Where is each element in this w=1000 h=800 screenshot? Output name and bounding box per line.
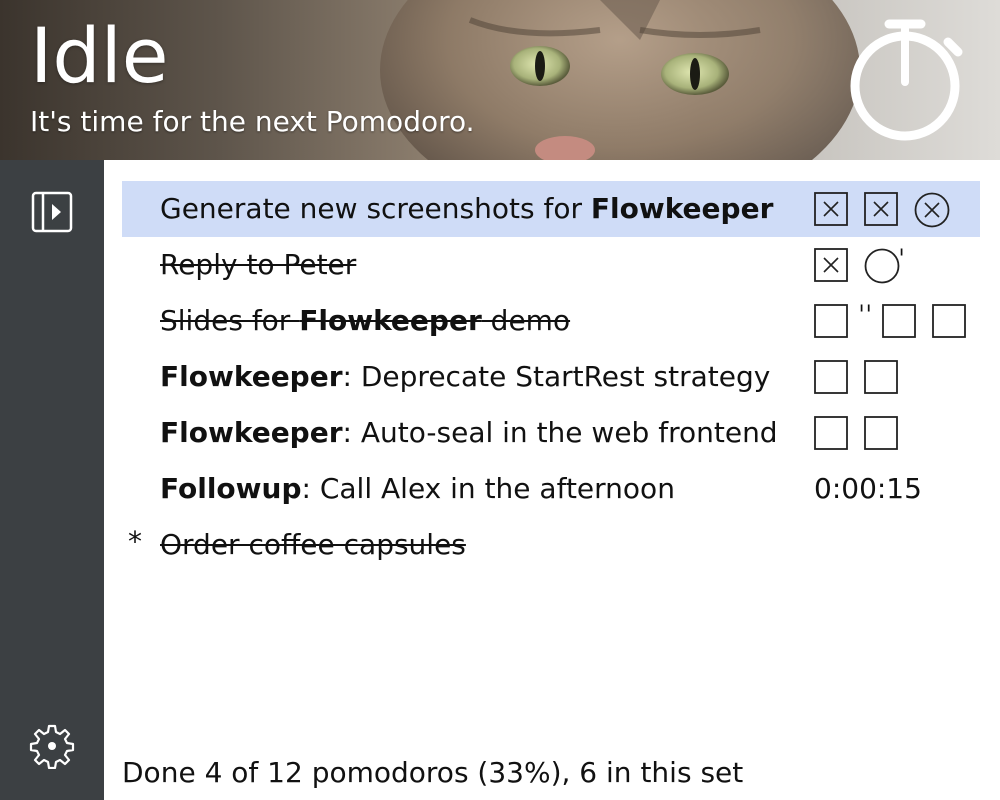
gear-icon [29, 724, 75, 769]
page-title: Idle [30, 11, 169, 100]
pomodoro-icon [864, 360, 898, 394]
task-list: Generate new screenshots for Flowkeeper … [104, 160, 1000, 800]
task-title-bold: Flowkeeper [160, 416, 343, 449]
task-title-part: Generate new screenshots for [160, 192, 591, 225]
task-title-part: Reply to Peter [160, 248, 357, 281]
task-title: Followup: Call Alex in the afternoon [160, 461, 675, 517]
pomodoro-indicators [814, 181, 964, 237]
task-title: Order coffee capsules [160, 517, 466, 573]
settings-button[interactable] [28, 722, 76, 770]
pomodoro-icon [814, 360, 848, 394]
task-title-bold: Flowkeeper [299, 304, 482, 337]
pomodoro-icon [882, 304, 917, 338]
task-title: Slides for Flowkeeper demo [160, 293, 570, 349]
task-title-bold: Followup [160, 472, 302, 505]
task-row[interactable]: Slides for Flowkeeper demo ˈˈ [122, 293, 980, 349]
unplanned-pomodoro-icon [864, 248, 900, 284]
stopwatch-icon[interactable] [848, 16, 966, 144]
task-timer: 0:00:15 [814, 472, 922, 505]
task-row[interactable]: Flowkeeper: Auto-seal in the web fronten… [122, 405, 980, 461]
task-row[interactable]: * Order coffee capsules [122, 517, 980, 573]
task-row[interactable]: Followup: Call Alex in the afternoon 0:0… [122, 461, 980, 517]
task-row[interactable]: Flowkeeper: Deprecate StartRest strategy [122, 349, 980, 405]
task-title-part: demo [481, 304, 571, 337]
pomodoro-icon [864, 416, 898, 450]
task-title-part: : Auto-seal in the web frontend [342, 416, 778, 449]
sidebar [0, 160, 104, 800]
star-marker: * [128, 525, 142, 558]
task-title-part: Order coffee capsules [160, 528, 466, 561]
pomodoro-icon [932, 304, 967, 338]
pomodoro-indicators [814, 405, 914, 461]
task-title: Flowkeeper: Auto-seal in the web fronten… [160, 405, 778, 461]
task-row[interactable]: Generate new screenshots for Flowkeeper [122, 181, 980, 237]
page-subtitle: It's time for the next Pomodoro. [30, 105, 475, 138]
task-title-bold: Flowkeeper [590, 192, 774, 225]
completed-unplanned-pomodoro-icon [914, 192, 950, 228]
pomodoro-indicators: ˈˈ [814, 293, 982, 349]
task-title-part: : Deprecate StartRest strategy [342, 360, 771, 393]
task-title: Reply to Peter [160, 237, 356, 293]
completed-pomodoro-icon [814, 192, 848, 226]
pomodoro-indicators [814, 349, 914, 405]
sidebar-toggle-icon [31, 191, 73, 233]
status-bar-text: Done 4 of 12 pomodoros (33%), 6 in this … [122, 756, 744, 789]
interruption-mark-icon: ˈˈ [858, 301, 873, 331]
header-banner: Idle It's time for the next Pomodoro. [0, 0, 1000, 160]
task-title: Flowkeeper: Deprecate StartRest strategy [160, 349, 770, 405]
pomodoro-indicators: ˈ [814, 237, 911, 293]
task-title-part: Slides for [160, 304, 300, 337]
completed-pomodoro-icon [814, 248, 848, 282]
pomodoro-icon [814, 304, 848, 338]
task-row[interactable]: Reply to Peter ˈ [122, 237, 980, 293]
sidebar-toggle-button[interactable] [28, 188, 76, 236]
task-title-part: : Call Alex in the afternoon [301, 472, 675, 505]
completed-pomodoro-icon [864, 192, 898, 226]
task-title-bold: Flowkeeper [160, 360, 343, 393]
task-title: Generate new screenshots for Flowkeeper [160, 181, 773, 237]
pomodoro-icon [814, 416, 848, 450]
